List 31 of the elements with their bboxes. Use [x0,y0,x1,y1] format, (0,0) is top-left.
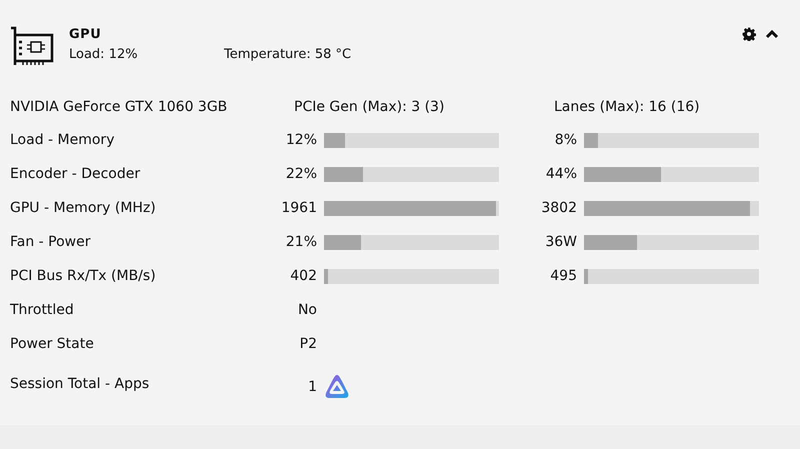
row-value: 3802 [540,199,577,218]
lanes: Lanes (Max): 16 (16) [554,99,700,115]
row-label: Load - Memory [10,131,116,150]
row-value: No [296,301,317,320]
card-title: GPU [69,27,102,42]
app-logo-icon [324,374,350,400]
row-label: Encoder - Decoder [10,165,142,184]
settings-icon[interactable] [742,27,756,41]
row-value: 22% [284,165,317,184]
row-value: 8% [554,131,577,150]
row-label: GPU - Memory (MHz) [10,199,157,218]
row-label: Power State [10,335,95,354]
row-value: 402 [289,267,317,286]
row-value: 44% [544,165,577,184]
row-label: Fan - Power [10,233,92,252]
row-value: P2 [298,335,317,354]
row-label: Session Total - Apps [10,375,150,394]
row-value: 1961 [280,199,317,218]
row-value: 36W [544,233,577,252]
load-reading: Load: 12% [69,47,139,62]
device-name: NVIDIA GeForce GTX 1060 3GB [10,99,228,115]
row-label: PCI Bus Rx/Tx (MB/s) [10,267,157,286]
row-value: 21% [284,233,317,252]
row-label: Throttled [10,301,75,320]
row-value: 495 [549,267,577,286]
temperature-reading: Temperature: 58 °C [224,47,352,62]
row-value: 12% [284,131,317,150]
row-value: 1 [307,378,317,397]
collapse-icon[interactable] [765,29,779,39]
pcie-gen: PCIe Gen (Max): 3 (3) [294,99,446,115]
graphics-card-icon [10,25,54,67]
